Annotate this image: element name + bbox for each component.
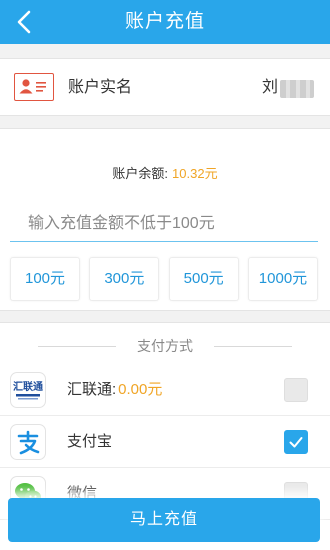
account-name-label: 账户实名 bbox=[68, 79, 133, 96]
id-card-icon bbox=[14, 73, 54, 101]
account-name-value: 刘 bbox=[262, 79, 279, 96]
payment-method-huiliantong[interactable]: 汇联通 汇联通: 0.00元 bbox=[0, 364, 330, 416]
divider-right bbox=[214, 346, 292, 347]
payment-method-alipay[interactable]: 支付宝 bbox=[0, 416, 330, 468]
amount-300-button[interactable]: 300元 bbox=[89, 257, 160, 301]
payment-method-name: 支付宝 bbox=[67, 433, 113, 450]
balance-label: 账户余额: bbox=[112, 166, 169, 181]
payment-title-row: 支付方式 bbox=[0, 333, 330, 359]
balance-line: 账户余额: 10.32元 bbox=[0, 163, 330, 182]
quick-amount-row: 100元 300元 500元 1000元 bbox=[10, 257, 318, 301]
payment-method-label: 汇联通: 0.00元 bbox=[67, 364, 162, 416]
balance-value: 10.32元 bbox=[172, 166, 218, 181]
name-mask bbox=[280, 80, 314, 98]
payment-method-amount: 0.00元 bbox=[118, 381, 163, 398]
alipay-checkbox[interactable] bbox=[284, 430, 308, 454]
amount-100-button[interactable]: 100元 bbox=[10, 257, 80, 301]
recharge-card: 账户余额:10.32元 100元 300元 500元 1000元 bbox=[0, 128, 330, 311]
payment-method-name: 汇联通: bbox=[67, 381, 117, 398]
huiliantong-logo-icon: 汇联通 bbox=[10, 372, 46, 408]
check-icon bbox=[289, 437, 303, 448]
submit-recharge-button[interactable]: 马上充值 bbox=[8, 498, 320, 542]
amount-input[interactable] bbox=[10, 206, 318, 242]
amount-1000-button[interactable]: 1000元 bbox=[247, 257, 318, 301]
alipay-logo-icon bbox=[10, 424, 46, 460]
amount-500-button[interactable]: 500元 bbox=[168, 257, 239, 301]
account-name-row: 账户实名 刘 bbox=[0, 58, 330, 116]
app-header: 账户充值 bbox=[0, 0, 330, 44]
svg-text:汇联通: 汇联通 bbox=[13, 380, 43, 393]
huiliantong-checkbox[interactable] bbox=[284, 378, 308, 402]
page-title: 账户充值 bbox=[124, 11, 205, 32]
